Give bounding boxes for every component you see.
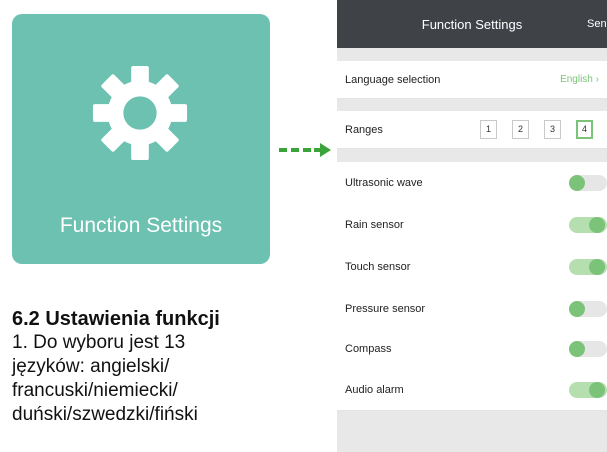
- function-settings-tile[interactable]: Function Settings: [12, 14, 270, 264]
- rain-sensor-toggle[interactable]: [569, 217, 607, 233]
- pressure-sensor-toggle[interactable]: [569, 301, 607, 317]
- header-title: Function Settings: [421, 17, 523, 32]
- range-option-3[interactable]: 3: [544, 120, 561, 139]
- send-button[interactable]: Send: [587, 18, 607, 30]
- touch-sensor-toggle[interactable]: [569, 259, 607, 275]
- range-option-2[interactable]: 2: [512, 120, 529, 139]
- text-line: francuski/niemiecki/: [12, 380, 178, 401]
- phone-screen: Function Settings Send Language selectio…: [337, 0, 607, 452]
- section-heading: 6.2 Ustawienia funkcji: [12, 308, 220, 330]
- toggle-label: Compass: [345, 343, 392, 355]
- compass-toggle[interactable]: [569, 341, 607, 357]
- header-bar: Function Settings Send: [337, 0, 607, 48]
- dashed-arrow-right-icon: [279, 143, 331, 157]
- toggle-label: Rain sensor: [345, 219, 404, 231]
- language-selection-row[interactable]: Language selection English ›: [337, 61, 607, 99]
- tile-label: Function Settings: [59, 214, 223, 237]
- toggle-label: Audio alarm: [345, 384, 404, 396]
- toggle-knob: [569, 341, 585, 357]
- text-line: duński/szwedzki/fiński: [12, 404, 198, 425]
- toggle-label: Pressure sensor: [345, 303, 426, 315]
- toggle-knob: [569, 301, 585, 317]
- toggle-knob: [589, 382, 605, 398]
- toggle-knob: [589, 259, 605, 275]
- section-text: 6.2 Ustawienia funkcji 1. Do wyboru jest…: [12, 307, 312, 427]
- ultrasonic-wave-toggle[interactable]: [569, 175, 607, 191]
- ranges-row: Ranges 1 2 3 4: [337, 111, 607, 149]
- toggle-knob: [589, 217, 605, 233]
- range-option-4[interactable]: 4: [576, 120, 593, 139]
- chevron-right-icon: ›: [595, 74, 599, 85]
- toggle-label: Ultrasonic wave: [345, 177, 423, 189]
- gear-icon: [92, 65, 188, 161]
- text-line: języków: angielski/: [12, 356, 170, 377]
- language-value: English ›: [560, 74, 599, 85]
- toggle-knob: [569, 175, 585, 191]
- row-label: Language selection: [345, 74, 441, 86]
- audio-alarm-toggle[interactable]: [569, 382, 607, 398]
- text-line: 1. Do wyboru jest 13: [12, 332, 186, 353]
- toggle-label: Touch sensor: [345, 261, 411, 273]
- sensor-toggle-list: Ultrasonic wave Rain sensor Touch sensor…: [337, 162, 607, 411]
- row-label: Ranges: [345, 124, 383, 136]
- range-option-1[interactable]: 1: [480, 120, 497, 139]
